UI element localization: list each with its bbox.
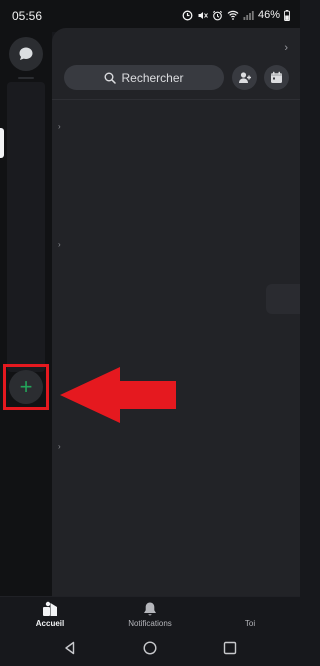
nav-notifications[interactable]: Notifications	[120, 601, 180, 628]
calendar-icon	[271, 71, 282, 83]
chat-bubble-icon	[19, 47, 33, 60]
search-icon	[104, 72, 117, 84]
home-circle-icon[interactable]	[143, 641, 157, 655]
back-icon[interactable]	[63, 641, 77, 655]
events-button[interactable]	[264, 65, 289, 90]
category-collapse-icon[interactable]: ›	[58, 442, 61, 451]
selection-indicator	[0, 128, 4, 158]
battery-percent: 46%	[257, 9, 280, 21]
panel-edge-tab[interactable]	[266, 284, 300, 314]
header-divider	[52, 99, 300, 100]
nav-you[interactable]: Toi	[232, 601, 268, 628]
search-placeholder: Rechercher	[121, 70, 184, 85]
highlight-box	[3, 364, 49, 410]
status-icons: 46%	[182, 9, 290, 21]
home-icon	[43, 601, 57, 616]
main-panel: › Rechercher › › ›	[52, 28, 300, 596]
nav-notifications-label: Notifications	[128, 619, 172, 628]
wifi-icon	[227, 10, 239, 20]
nav-home[interactable]: Accueil	[30, 601, 70, 628]
add-friend-button[interactable]	[232, 65, 257, 90]
avatar-icon	[242, 601, 258, 617]
direct-messages-button[interactable]	[9, 37, 43, 71]
bell-icon	[144, 602, 156, 616]
chevron-right-icon[interactable]: ›	[284, 42, 288, 54]
category-collapse-icon[interactable]: ›	[58, 122, 61, 131]
category-collapse-icon[interactable]: ›	[58, 240, 61, 249]
status-time: 05:56	[12, 9, 43, 23]
mute-icon	[198, 11, 208, 19]
sync-icon	[182, 10, 193, 20]
alarm-icon	[212, 10, 223, 20]
signal-icon	[243, 11, 254, 20]
annotation-arrow	[60, 367, 176, 423]
bottom-navigation: Accueil Notifications Toi	[0, 596, 300, 632]
server-rail: +	[0, 32, 52, 596]
rail-separator	[18, 77, 34, 79]
add-friend-icon	[238, 72, 251, 83]
nav-home-label: Accueil	[35, 619, 65, 628]
nav-you-label: Toi	[244, 619, 256, 628]
search-input[interactable]: Rechercher	[64, 65, 224, 90]
server-list[interactable]	[7, 82, 45, 372]
system-navigation-bar	[0, 632, 300, 666]
recents-icon[interactable]	[223, 641, 237, 655]
battery-icon	[284, 9, 290, 21]
